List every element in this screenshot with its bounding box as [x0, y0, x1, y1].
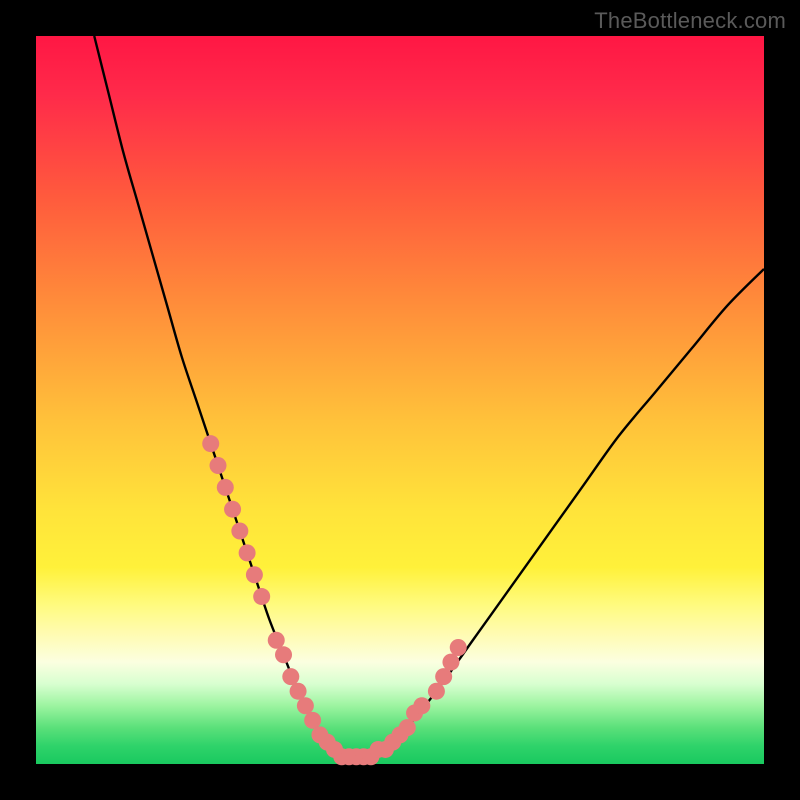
highlighted-points-group [202, 435, 467, 765]
highlighted-point [282, 668, 299, 685]
highlighted-point [253, 588, 270, 605]
highlighted-point [275, 646, 292, 663]
highlighted-point [450, 639, 467, 656]
highlighted-point [239, 544, 256, 561]
watermark-text: TheBottleneck.com [594, 8, 786, 34]
chart-svg [36, 36, 764, 764]
bottleneck-curve [94, 36, 764, 759]
highlighted-point [217, 479, 234, 496]
highlighted-point [435, 668, 452, 685]
highlighted-point [399, 719, 416, 736]
highlighted-point [210, 457, 227, 474]
highlighted-point [304, 712, 321, 729]
highlighted-point [442, 654, 459, 671]
chart-gradient-background [36, 36, 764, 764]
highlighted-point [246, 566, 263, 583]
highlighted-point [231, 523, 248, 540]
highlighted-point [268, 632, 285, 649]
highlighted-point [413, 697, 430, 714]
highlighted-point [297, 697, 314, 714]
highlighted-point [428, 683, 445, 700]
highlighted-point [224, 501, 241, 518]
highlighted-point [202, 435, 219, 452]
highlighted-point [290, 683, 307, 700]
